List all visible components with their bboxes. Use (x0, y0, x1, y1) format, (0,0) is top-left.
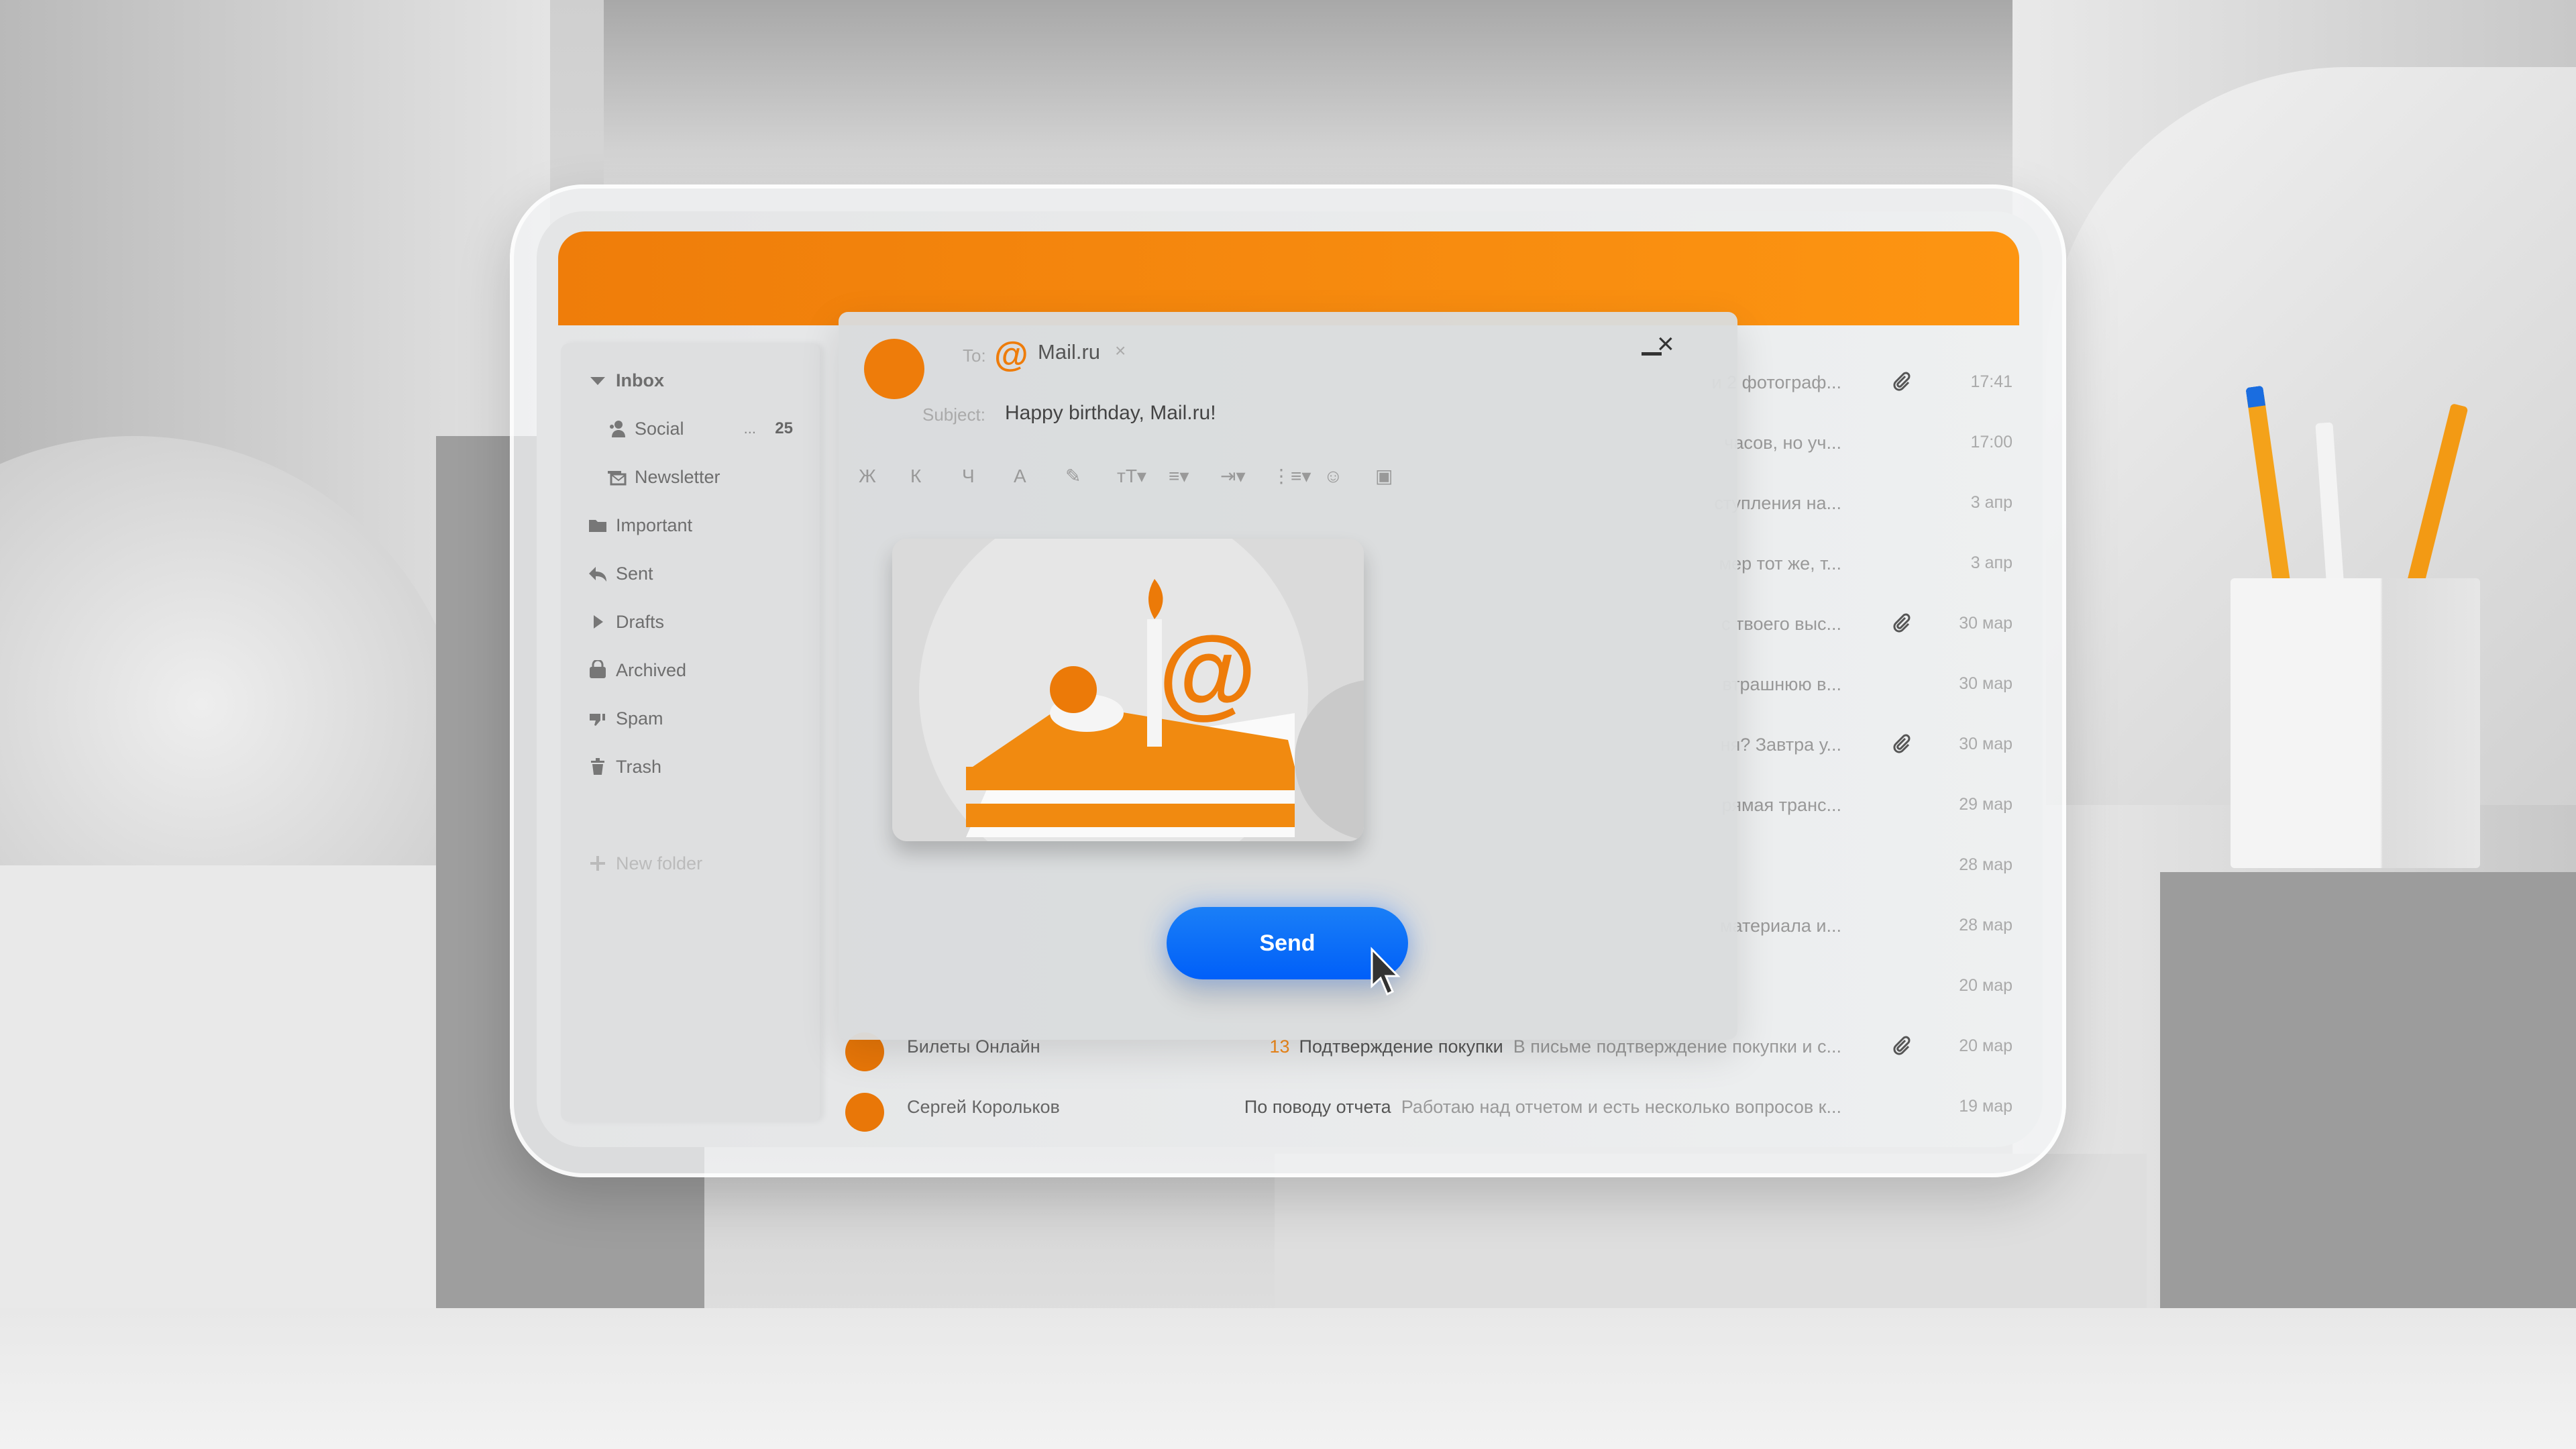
message-snippet: ня? Завтра у... (1720, 735, 1841, 755)
message-date: 28 мар (1959, 855, 2012, 874)
message-row[interactable]: Сергей Корольков По поводу отчета Работаю… (845, 1082, 2012, 1136)
sidebar-item-label: New folder (616, 853, 703, 873)
recipient-chip[interactable]: Mail.ru (1038, 340, 1100, 364)
folder-icon (589, 520, 606, 532)
reply-icon (589, 567, 606, 582)
birthday-cake-image: @ (892, 539, 1364, 841)
message-date: 19 мар (1959, 1097, 2012, 1116)
attachment-icon (1893, 734, 1911, 753)
caret-right-icon (594, 615, 603, 629)
message-date: 3 апр (1970, 553, 2012, 572)
mouse-cursor-icon (1371, 947, 1401, 996)
message-date: 30 мар (1959, 735, 2012, 753)
message-preview: с твоего выс... (1721, 614, 1841, 635)
svg-text:@: @ (1159, 615, 1256, 728)
thumbs-down-icon (590, 714, 605, 726)
sidebar-item-label: Social (635, 418, 684, 439)
compose-window: To: @ Mail.ru × × Subject: Happy birthda… (839, 312, 1737, 1040)
message-snippet: с твоего выс... (1721, 614, 1841, 634)
to-label: To: (963, 345, 986, 366)
sidebar-item-label: Spam (616, 708, 663, 729)
emoji-icon[interactable]: ☺ (1324, 466, 1375, 487)
message-preview: рямая транс... (1722, 795, 1841, 816)
plus-icon (590, 856, 605, 871)
sidebar-item-inbox[interactable]: Inbox (561, 357, 820, 404)
message-preview: часов, но уч... (1724, 433, 1841, 453)
font-size-icon[interactable]: тТ▾ (1117, 465, 1169, 487)
subject-label: Subject: (922, 405, 985, 425)
sender-name: Сергей Корольков (907, 1097, 1060, 1117)
close-button[interactable]: × (1657, 329, 1674, 359)
message-date: 3 апр (1970, 493, 2012, 512)
sidebar-item-social[interactable]: Social... 25 (561, 405, 820, 452)
message-snippet: материала и... (1719, 916, 1841, 936)
sender-avatar (864, 339, 924, 399)
message-preview: втрашнюю в... (1722, 674, 1841, 695)
message-preview: материала и... (1720, 916, 1841, 936)
message-snippet: Работаю над отчетом и есть несколько воп… (1401, 1097, 1841, 1117)
sidebar: Inbox Social... 25 Newsletter Important Sent D… (561, 343, 820, 1122)
message-snippet: часов, но уч... (1724, 433, 1841, 453)
image-icon[interactable]: ▣ (1375, 465, 1427, 487)
sidebar-item-archived[interactable]: Archived (561, 647, 820, 694)
text-color-icon[interactable]: A (1014, 466, 1065, 487)
sidebar-item-important[interactable]: Important (561, 502, 820, 549)
align-icon[interactable]: ≡▾ (1169, 465, 1220, 487)
message-snippet: втрашнюю в... (1722, 674, 1841, 694)
message-date: 20 мар (1959, 976, 2012, 995)
message-snippet: рямая транс... (1721, 795, 1841, 815)
sidebar-item-label: Inbox (616, 370, 664, 390)
indent-icon[interactable]: ⇥▾ (1220, 465, 1272, 487)
subject-input[interactable]: Happy birthday, Mail.ru! (1005, 402, 1216, 425)
message-date: 30 мар (1959, 614, 2012, 633)
message-date: 29 мар (1959, 795, 2012, 814)
unread-count: 25 (775, 419, 793, 437)
sidebar-item-new-folder[interactable]: New folder (561, 840, 820, 887)
message-preview: По поводу отчета Работаю над отчетом и е… (1244, 1097, 1841, 1118)
list-icon[interactable]: ⋮≡▾ (1272, 465, 1324, 487)
trash-icon (591, 758, 604, 775)
pencil-holder (2231, 578, 2480, 868)
sidebar-item-label: Important (616, 515, 693, 535)
more-icon[interactable]: ... (744, 420, 756, 437)
caret-down-icon (590, 377, 605, 385)
sidebar-item-label: Drafts (616, 611, 665, 632)
message-date: 28 мар (1959, 916, 2012, 934)
message-subject: По поводу отчета (1244, 1097, 1391, 1117)
highlight-icon[interactable]: ✎ (1065, 465, 1117, 487)
users-icon (610, 421, 625, 437)
sidebar-item-label: Newsletter (635, 466, 720, 487)
app-header (558, 231, 2019, 325)
remove-recipient-button[interactable]: × (1115, 340, 1126, 362)
sidebar-item-newsletter[interactable]: Newsletter (561, 453, 820, 500)
attachment-icon (1893, 1036, 1911, 1055)
sidebar-item-sent[interactable]: Sent (561, 550, 820, 597)
archive-icon (590, 660, 606, 678)
message-date: 30 мар (1959, 674, 2012, 693)
sidebar-item-label: Sent (616, 563, 653, 584)
attachment-icon (1893, 613, 1911, 633)
sender-avatar (845, 1093, 884, 1132)
message-date: 20 мар (1959, 1036, 2012, 1055)
message-date: 17:00 (1970, 433, 2012, 451)
sidebar-item-drafts[interactable]: Drafts (561, 598, 820, 645)
message-preview: ня? Завтра у... (1721, 735, 1841, 755)
attachment-icon (1893, 372, 1911, 391)
sidebar-item-spam[interactable]: Spam (561, 695, 820, 742)
italic-icon[interactable]: К (910, 466, 962, 487)
mailru-at-icon: @ (994, 335, 1028, 374)
message-date: 17:41 (1970, 372, 2012, 391)
bold-icon[interactable]: Ж (859, 466, 910, 487)
sidebar-item-label: Archived (616, 659, 687, 680)
underline-icon[interactable]: Ч (962, 466, 1014, 487)
format-toolbar: Ж К Ч A ✎ тТ▾ ≡▾ ⇥▾ ⋮≡▾ ☺ ▣ (859, 465, 1427, 487)
sidebar-item-label: Trash (616, 756, 662, 777)
sidebar-item-trash[interactable]: Trash (561, 743, 820, 790)
newsletter-icon (608, 471, 627, 486)
